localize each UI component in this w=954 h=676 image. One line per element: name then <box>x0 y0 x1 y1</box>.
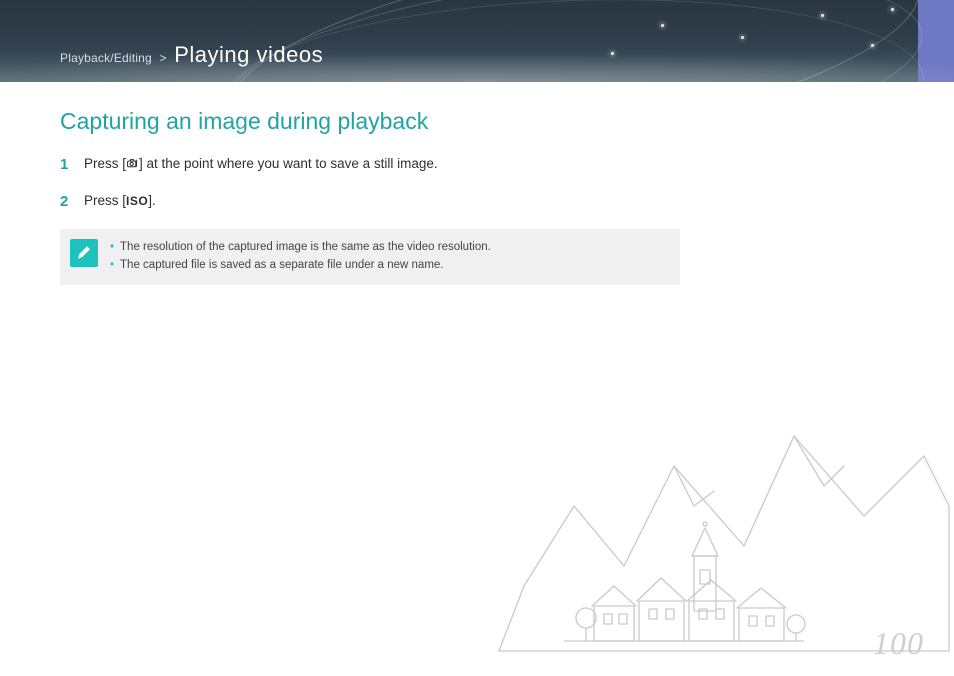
step-text-before: Press [ <box>84 193 126 208</box>
section-tab <box>918 0 954 82</box>
page-header: Playback/Editing > Playing videos <box>0 0 954 82</box>
step-2: 2 Press [ISO]. <box>60 191 620 213</box>
sparkle-icon <box>661 24 664 27</box>
note-pen-icon <box>70 239 98 267</box>
sparkle-icon <box>821 14 824 17</box>
note-item: The resolution of the captured image is … <box>110 239 491 257</box>
step-text-before: Press [ <box>84 156 126 171</box>
breadcrumb-title: Playing videos <box>174 42 323 67</box>
note-list: The resolution of the captured image is … <box>110 239 491 275</box>
note-item: The captured file is saved as a separate… <box>110 257 491 275</box>
breadcrumb: Playback/Editing > Playing videos <box>60 42 323 68</box>
step-text-after: ] at the point where you want to save a … <box>139 156 438 171</box>
step-text-after: ]. <box>148 193 156 208</box>
step-number: 1 <box>60 154 74 176</box>
chevron-right-icon: > <box>159 51 166 65</box>
capture-key-icon <box>126 157 139 170</box>
step-1: 1 Press [ ] at the point where you want t… <box>60 154 620 176</box>
page-number: 100 <box>873 625 924 662</box>
sparkle-icon <box>741 36 744 39</box>
step-text: Press [ISO]. <box>84 191 156 213</box>
iso-key-icon: ISO <box>126 194 148 208</box>
sparkle-icon <box>891 8 894 11</box>
breadcrumb-category: Playback/Editing <box>60 51 152 65</box>
sparkle-icon <box>871 44 874 47</box>
main-content: Capturing an image during playback 1 Pre… <box>0 82 680 311</box>
note-box: The resolution of the captured image is … <box>60 229 680 285</box>
village-illustration <box>494 396 954 656</box>
step-text: Press [ ] at the point where you want to … <box>84 154 438 176</box>
sparkle-icon <box>611 52 614 55</box>
step-number: 2 <box>60 191 74 213</box>
section-heading: Capturing an image during playback <box>60 108 620 136</box>
